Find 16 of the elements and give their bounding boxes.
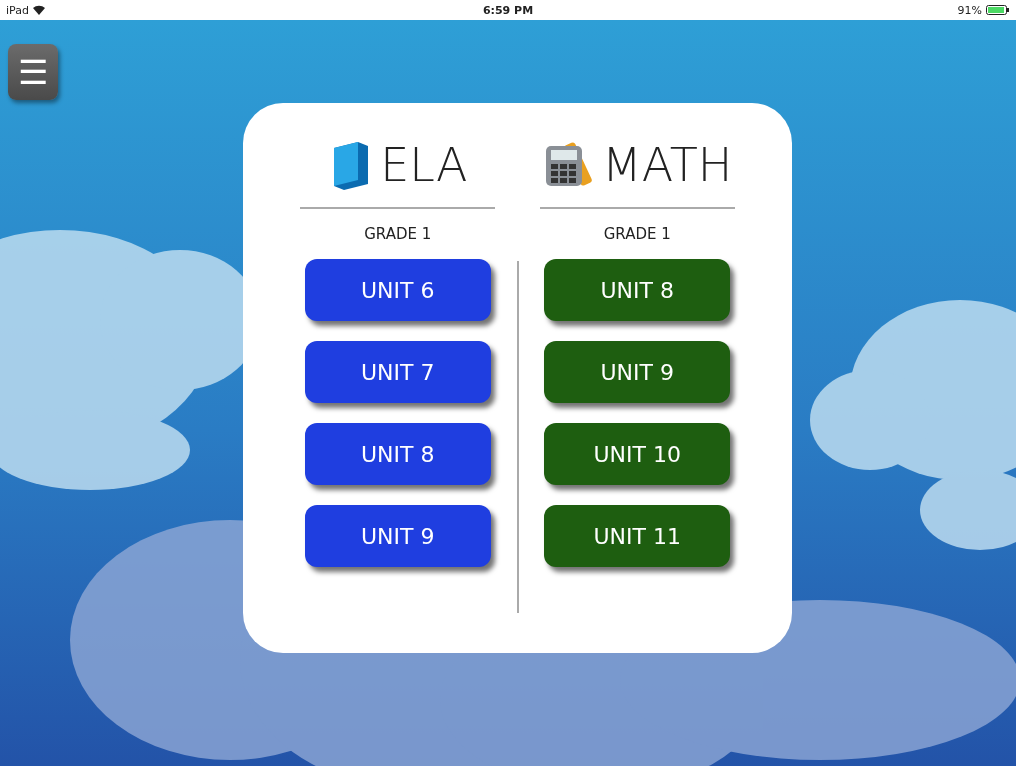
- subject-title: MATH: [602, 138, 733, 192]
- unit-button[interactable]: UNIT 6: [304, 259, 491, 321]
- battery-percent: 91%: [957, 3, 982, 17]
- device-name: iPad: [6, 3, 29, 17]
- unit-button[interactable]: UNIT 10: [544, 423, 731, 485]
- menu-button[interactable]: ☰: [8, 44, 58, 100]
- unit-button[interactable]: UNIT 7: [304, 341, 491, 403]
- grade-label: GRADE 1: [603, 225, 671, 243]
- unit-button[interactable]: UNIT 9: [544, 341, 731, 403]
- unit-button[interactable]: UNIT 11: [544, 505, 731, 567]
- unit-button[interactable]: UNIT 8: [304, 423, 491, 485]
- subject-title: ELA: [380, 138, 468, 192]
- unit-button[interactable]: UNIT 9: [304, 505, 491, 567]
- status-time: 6:59 PM: [482, 3, 534, 17]
- unit-button[interactable]: UNIT 8: [544, 259, 731, 321]
- grade-label: GRADE 1: [364, 225, 432, 243]
